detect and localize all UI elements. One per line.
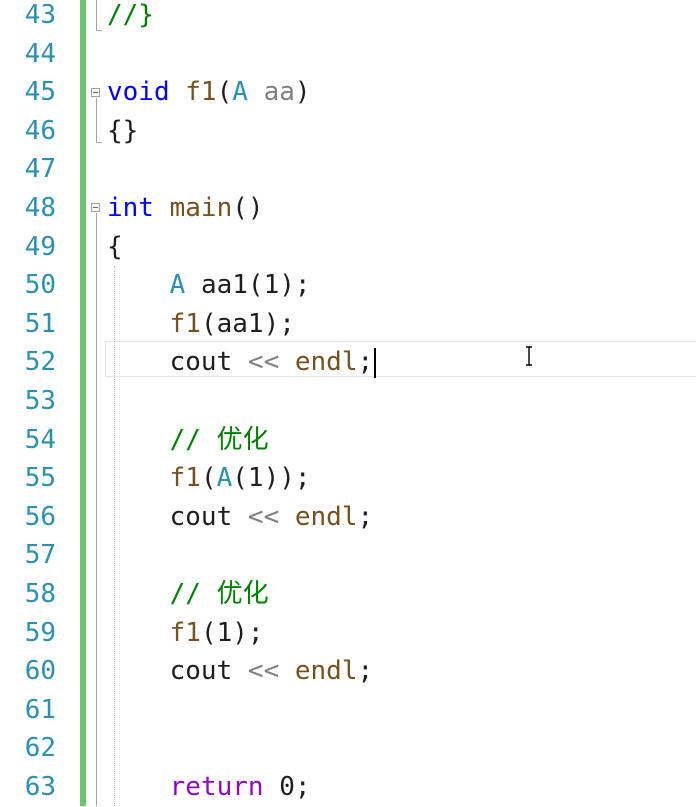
outline-line: [96, 213, 97, 806]
line-number: 52: [24, 347, 56, 378]
code-line[interactable]: [107, 150, 696, 189]
line-number: 50: [24, 270, 56, 301]
outline-end: [96, 30, 102, 31]
code-line[interactable]: [107, 35, 696, 74]
code-line[interactable]: [107, 382, 696, 421]
code-line[interactable]: int main(): [107, 189, 696, 228]
line-number: 51: [24, 308, 56, 339]
code-line[interactable]: void f1(A aa): [107, 73, 696, 112]
line-number: 60: [24, 656, 56, 687]
code-line[interactable]: //}: [107, 0, 696, 35]
line-number: 57: [24, 540, 56, 571]
outline-end: [96, 142, 102, 144]
code-line[interactable]: f1(aa1);: [107, 305, 696, 344]
line-number: 44: [24, 38, 56, 69]
text-caret: [374, 347, 377, 378]
line-number: 58: [24, 579, 56, 609]
code-editor[interactable]: 43 //} 44 45 void f1(A aa) 46 {} 47 48 int main()…: [0, 0, 696, 806]
collapse-toggle-icon[interactable]: [91, 87, 100, 97]
code-line[interactable]: A aa1(1);: [107, 266, 696, 305]
collapse-toggle-icon[interactable]: [91, 203, 100, 213]
code-line[interactable]: [107, 729, 696, 768]
line-number: 61: [24, 694, 56, 725]
outline-line: [96, 0, 97, 30]
line-number: 53: [24, 386, 56, 416]
line-number: 55: [24, 463, 56, 494]
code-line[interactable]: [107, 536, 696, 575]
code-line[interactable]: f1(A(1));: [107, 459, 696, 498]
code-line[interactable]: f1(1);: [107, 614, 696, 653]
change-tracking-bar: [80, 0, 86, 806]
code-line[interactable]: // 优化: [107, 575, 696, 614]
line-number: 48: [24, 193, 56, 223]
outline-line: [96, 97, 97, 143]
line-number: 59: [24, 617, 56, 648]
line-number: 47: [24, 154, 56, 185]
line-number: 45: [24, 77, 56, 108]
code-line[interactable]: {: [107, 228, 696, 267]
line-number: 49: [24, 231, 56, 262]
line-number: 43: [24, 0, 56, 30]
code-line[interactable]: // 优化: [107, 421, 696, 460]
code-line[interactable]: return 0;: [107, 768, 696, 807]
line-number: 46: [24, 115, 56, 146]
line-number: 63: [24, 772, 56, 802]
code-line[interactable]: [107, 691, 696, 730]
code-line[interactable]: cout << endl;: [107, 652, 696, 691]
indent-guide: [114, 266, 115, 806]
code-line[interactable]: cout << endl;: [107, 343, 696, 382]
line-number: 56: [24, 501, 56, 532]
line-number: 54: [24, 424, 56, 455]
code-line[interactable]: cout << endl;: [107, 498, 696, 537]
line-number: 62: [24, 733, 56, 764]
code-line[interactable]: {}: [107, 112, 696, 151]
